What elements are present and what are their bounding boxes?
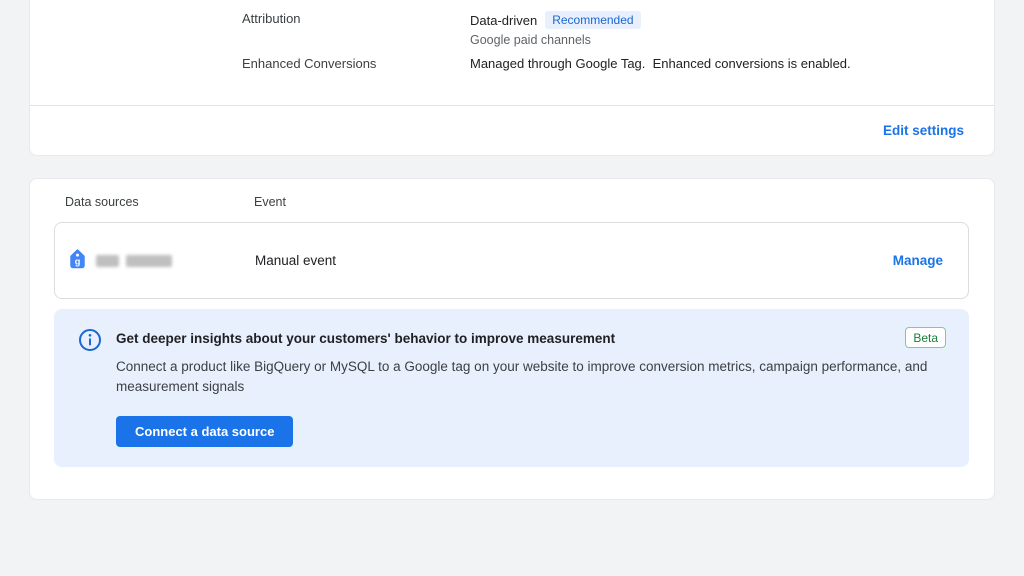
insights-banner: Get deeper insights about your customers…	[54, 309, 969, 467]
data-sources-card: Data sources Event g Manual event	[29, 178, 995, 500]
google-tag-icon: g	[69, 248, 86, 274]
page: Attribution Data-driven Recommended Goog…	[0, 0, 1024, 576]
enhanced-conversions-value: Managed through Google Tag. Enhanced con…	[470, 56, 851, 71]
manage-link[interactable]: Manage	[893, 253, 943, 268]
edit-settings-link[interactable]: Edit settings	[883, 123, 964, 138]
svg-text:g: g	[75, 256, 81, 266]
redacted-source-name	[96, 255, 172, 267]
column-header-data-sources: Data sources	[65, 195, 254, 209]
attribution-value-block: Data-driven Recommended Google paid chan…	[470, 11, 964, 56]
banner-description: Connect a product like BigQuery or MySQL…	[116, 357, 946, 397]
banner-title: Get deeper insights about your customers…	[116, 327, 615, 346]
conversion-settings-card: Attribution Data-driven Recommended Goog…	[29, 0, 995, 156]
attribution-label: Attribution	[242, 11, 470, 56]
event-cell: Manual event	[255, 253, 893, 268]
connect-data-source-button[interactable]: Connect a data source	[116, 416, 293, 447]
info-icon	[78, 327, 102, 467]
source-cell: g	[69, 248, 255, 274]
recommended-badge: Recommended	[545, 11, 640, 29]
enhanced-conversions-label: Enhanced Conversions	[242, 56, 470, 76]
data-sources-table-header: Data sources Event	[30, 179, 994, 209]
settings-footer: Edit settings	[30, 106, 994, 155]
manage-cell: Manage	[893, 252, 968, 270]
banner-content: Get deeper insights about your customers…	[116, 327, 946, 467]
data-source-row: g Manual event Manage	[54, 222, 969, 299]
attribution-subvalue: Google paid channels	[470, 33, 964, 47]
beta-badge: Beta	[905, 327, 946, 348]
enhanced-conversions-value-block: Managed through Google Tag. Enhanced con…	[470, 56, 964, 76]
column-header-event: Event	[254, 195, 286, 209]
settings-rows: Attribution Data-driven Recommended Goog…	[30, 0, 994, 76]
attribution-value: Data-driven	[470, 13, 537, 28]
